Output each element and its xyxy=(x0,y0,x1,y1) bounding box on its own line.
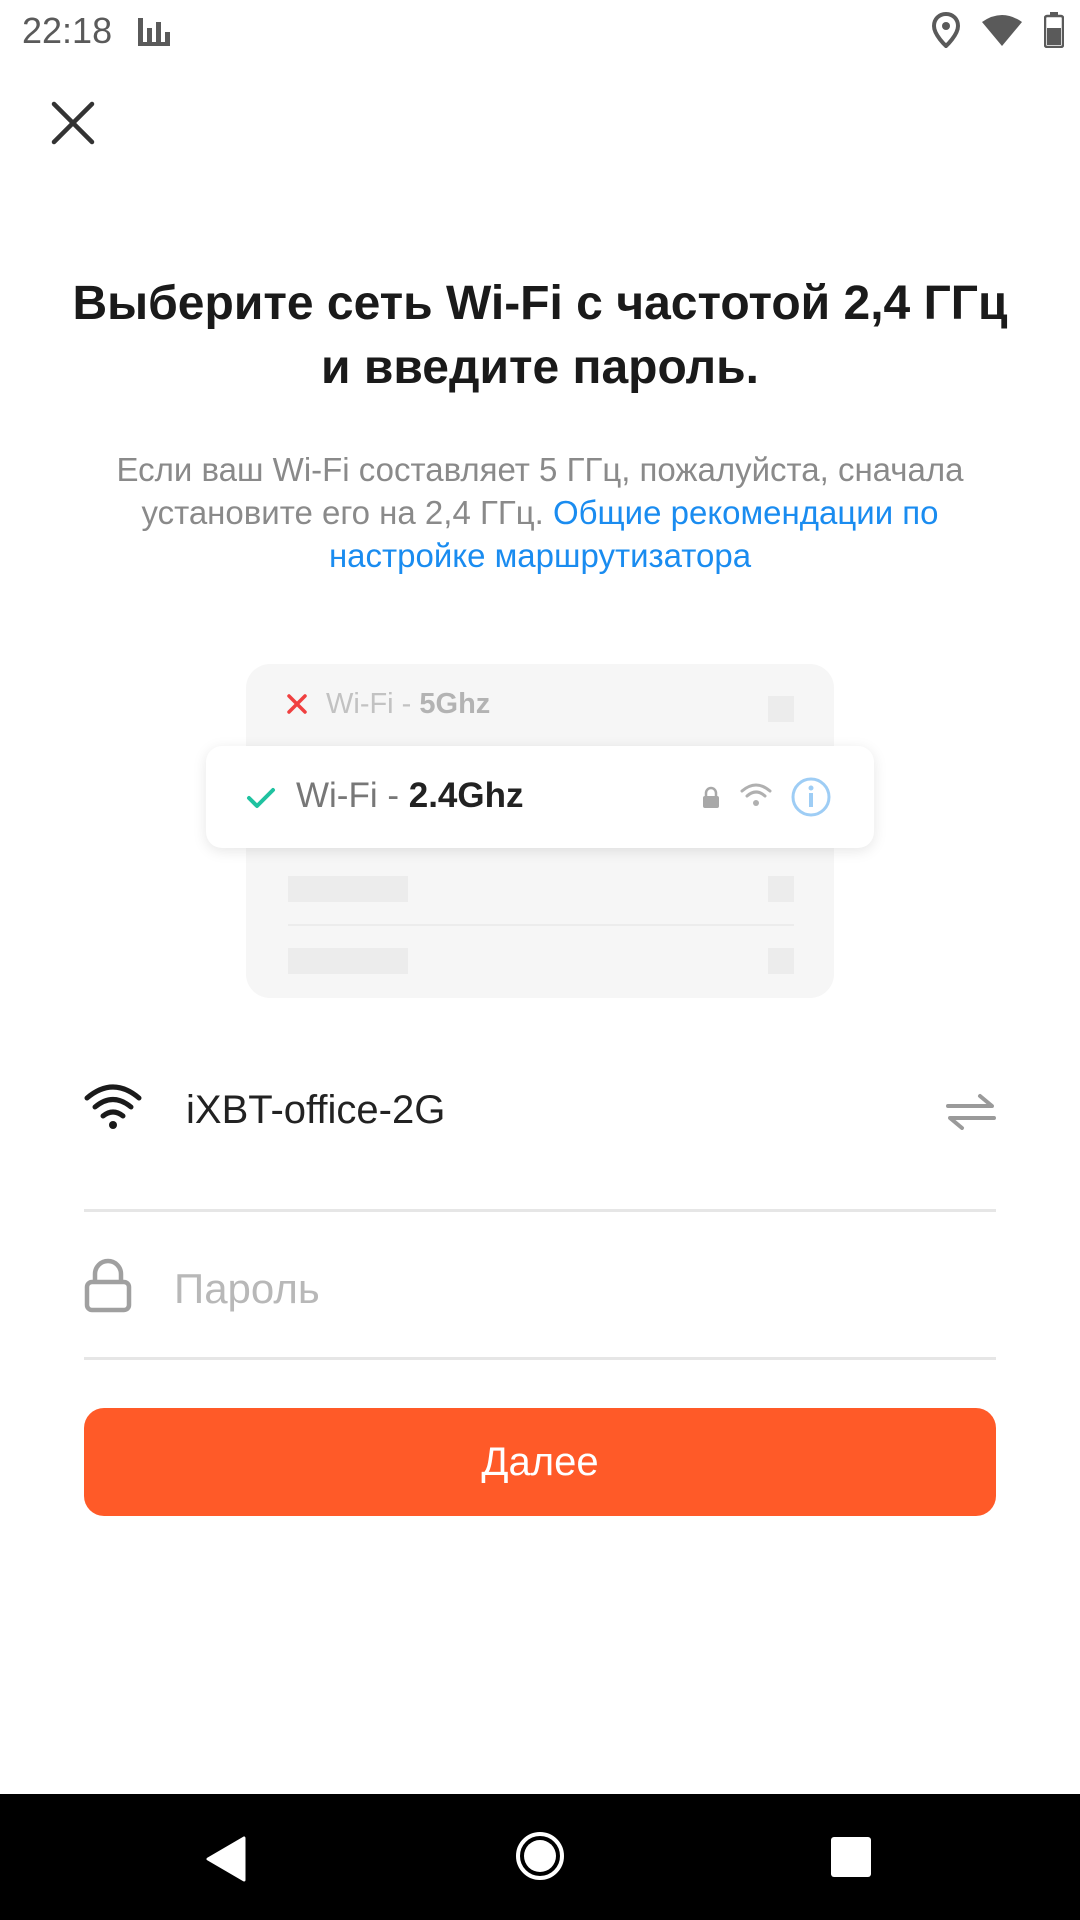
cross-icon xyxy=(287,694,307,714)
password-input[interactable] xyxy=(172,1256,976,1322)
home-circle-icon xyxy=(516,1832,564,1880)
status-bar: 22:18 xyxy=(0,0,1080,64)
illustration-row-5ghz: Wi-Fi - 5Ghz xyxy=(286,688,490,721)
navigation-bar xyxy=(0,1794,1080,1920)
page-title: Выберите сеть Wi-Fi с частотой 2,4 ГГц и… xyxy=(72,277,1008,394)
row-5ghz-band: 5Ghz xyxy=(419,688,491,720)
password-row xyxy=(84,1248,996,1328)
stats-icon xyxy=(136,14,172,53)
placeholder-bar xyxy=(288,948,408,974)
battery-icon xyxy=(1043,12,1065,53)
ssid-divider xyxy=(84,1209,996,1212)
home-button[interactable] xyxy=(514,1830,566,1887)
switch-network-button[interactable] xyxy=(946,1092,996,1135)
back-button[interactable] xyxy=(204,1834,248,1889)
info-icon xyxy=(791,777,831,817)
placeholder-square xyxy=(768,948,794,974)
row-5ghz-prefix: Wi-Fi - xyxy=(326,688,420,720)
close-icon xyxy=(51,101,95,145)
next-button[interactable]: Далее xyxy=(84,1408,996,1516)
illustration-row-24ghz: Wi-Fi - 2.4Ghz xyxy=(296,776,524,816)
illustration-card-24ghz: Wi-Fi - 2.4Ghz xyxy=(206,746,874,848)
status-time: 22:18 xyxy=(22,10,113,51)
wifi-signal-icon xyxy=(982,14,1022,51)
row-24ghz-band: 2.4Ghz xyxy=(408,776,524,815)
wifi-network-row[interactable]: iXBT-office-2G xyxy=(84,1070,996,1150)
switch-arrows-icon xyxy=(946,1094,996,1130)
close-button[interactable] xyxy=(44,94,102,152)
placeholder-square xyxy=(768,696,794,722)
wifi-ssid: iXBT-office-2G xyxy=(186,1088,446,1132)
row-24ghz-prefix: Wi-Fi - xyxy=(296,776,409,815)
placeholder-square xyxy=(768,876,794,902)
placeholder-bar xyxy=(288,876,408,902)
page-subtitle: Если ваш Wi-Fi составляет 5 ГГц, пожалуй… xyxy=(110,448,970,577)
check-icon xyxy=(247,788,275,808)
placeholder-divider xyxy=(288,924,794,926)
back-triangle-icon xyxy=(206,1836,246,1882)
recents-square-icon xyxy=(831,1837,871,1877)
recents-button[interactable] xyxy=(830,1836,872,1883)
wifi-icon xyxy=(84,1084,142,1129)
lock-icon xyxy=(84,1258,132,1313)
location-icon xyxy=(931,11,961,53)
password-divider xyxy=(84,1357,996,1360)
lock-small-icon xyxy=(703,786,719,808)
wifi-small-icon xyxy=(740,783,772,806)
